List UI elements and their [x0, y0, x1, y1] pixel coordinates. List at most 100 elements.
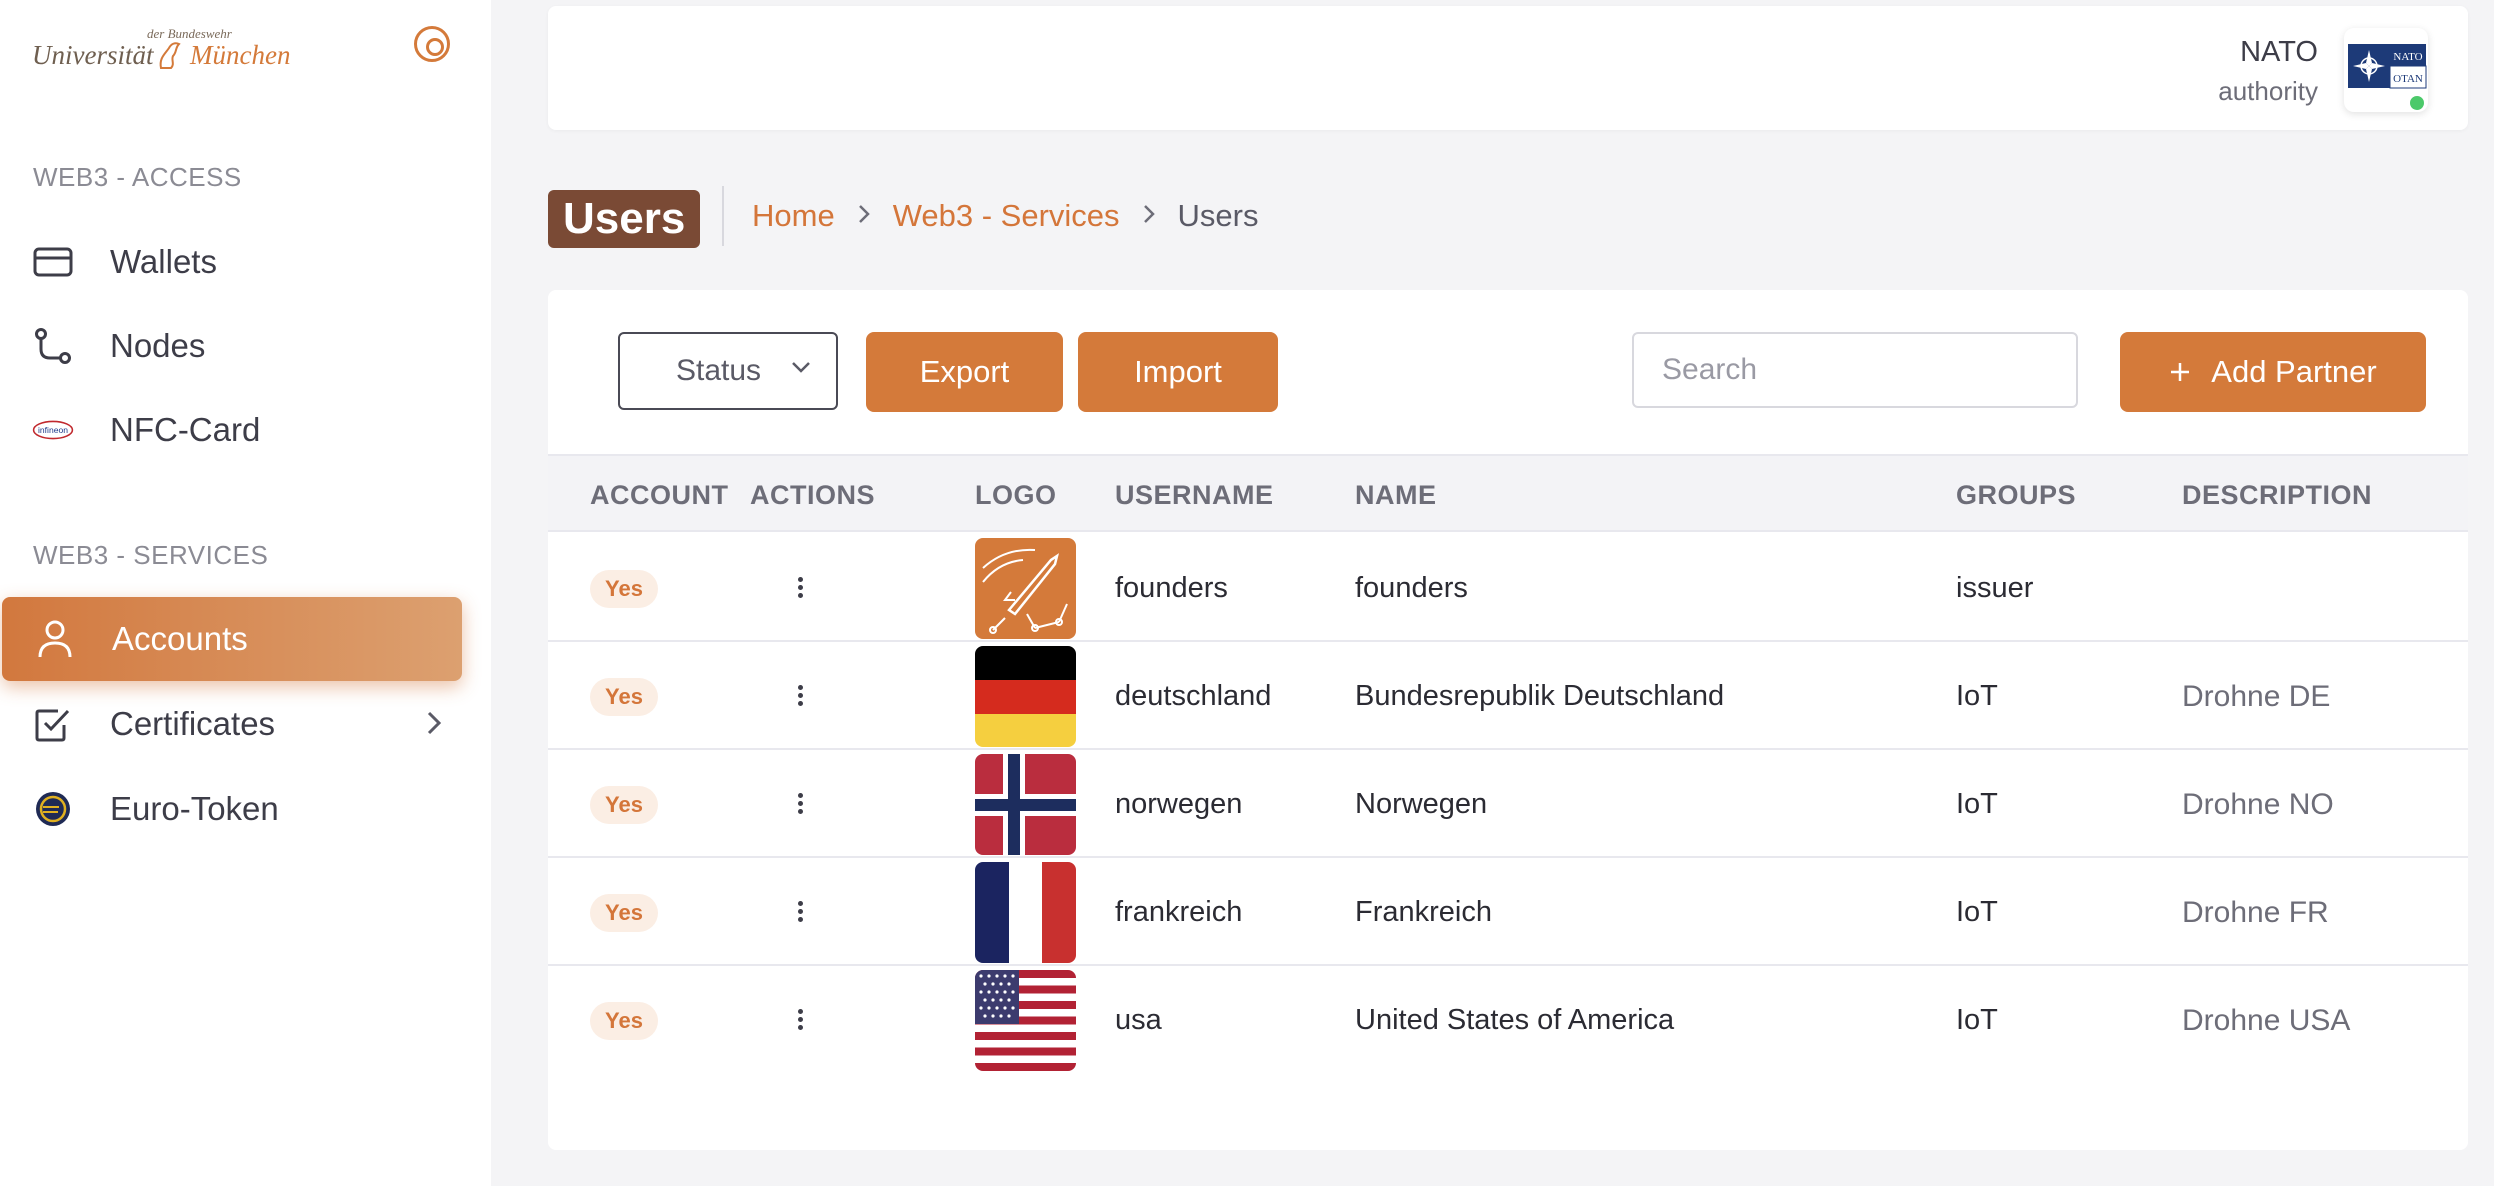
- column-header-username[interactable]: USERNAME: [1115, 480, 1274, 511]
- column-header-name[interactable]: NAME: [1355, 480, 1437, 511]
- more-actions-icon[interactable]: [788, 574, 812, 606]
- section-label-access: WEB3 - ACCESS: [33, 162, 242, 192]
- flag-us-icon: [975, 970, 1076, 1071]
- sidebar-item-label: Euro-Token: [110, 790, 279, 827]
- column-header-description[interactable]: DESCRIPTION: [2182, 480, 2372, 511]
- founders-rocket-logo: [975, 538, 1076, 639]
- groups-cell: IoT: [1956, 788, 1998, 820]
- title-divider: [722, 186, 724, 246]
- groups-cell: IoT: [1956, 680, 1998, 712]
- account-status-badge: Yes: [590, 678, 658, 716]
- logo-mark-icon: [159, 42, 181, 69]
- more-actions-icon[interactable]: [788, 682, 812, 714]
- column-header-groups[interactable]: GROUPS: [1956, 480, 2076, 511]
- university-logo[interactable]: der Bundeswehr Universität München: [32, 26, 302, 76]
- plus-icon: [2171, 363, 2190, 381]
- chevron-down-icon: [792, 362, 810, 373]
- description-cell: Drohne DE: [2182, 680, 2331, 713]
- name-cell: Norwegen: [1355, 788, 1488, 820]
- account-status-badge: Yes: [590, 894, 658, 932]
- table-row[interactable]: Yes founders founders issuer: [548, 534, 2468, 642]
- logo-university-text: Universität: [32, 40, 154, 70]
- flag-de-icon: [975, 646, 1076, 747]
- table-header: ACCOUNT ACTIONS LOGO USERNAME NAME GROUP…: [548, 454, 2468, 532]
- breadcrumb: Home Web3 - Services Users: [752, 198, 1259, 234]
- table-row[interactable]: Yes frankreich Frankreich IoT Drohne FR: [548, 858, 2468, 966]
- chevron-right-icon: [1142, 201, 1156, 232]
- sidebar-item-wallets[interactable]: Wallets: [0, 220, 462, 304]
- sidebar: der Bundeswehr Universität München WEB3 …: [0, 0, 491, 1186]
- top-bar: NATO authority NATO OTAN: [548, 6, 2468, 130]
- sidebar-item-label: Nodes: [110, 327, 206, 364]
- breadcrumb-web3-services[interactable]: Web3 - Services: [893, 198, 1120, 234]
- account-status-badge: Yes: [590, 1002, 658, 1040]
- avatar[interactable]: NATO OTAN: [2344, 28, 2428, 112]
- table-row[interactable]: Yes norwegen Norwegen IoT Drohne NO: [548, 750, 2468, 858]
- section-label-services: WEB3 - SERVICES: [33, 540, 269, 570]
- username-cell: founders: [1115, 572, 1228, 604]
- logo-city-text: München: [190, 40, 291, 70]
- column-header-logo: LOGO: [975, 480, 1057, 510]
- chevron-right-icon: [857, 201, 871, 232]
- flag-fr-icon: [975, 862, 1076, 963]
- username-cell: frankreich: [1115, 896, 1243, 928]
- name-cell: United States of America: [1355, 1004, 1675, 1036]
- import-button[interactable]: Import: [1078, 332, 1278, 412]
- status-filter-select[interactable]: Status: [618, 332, 838, 410]
- sidebar-item-nfc-card[interactable]: infineon NFC-Card: [0, 388, 462, 472]
- sidebar-item-accounts[interactable]: Accounts: [2, 597, 462, 681]
- description-cell: Drohne FR: [2182, 896, 2329, 929]
- description-cell: Drohne USA: [2182, 1004, 2351, 1037]
- add-partner-button[interactable]: Add Partner: [2120, 332, 2426, 412]
- more-actions-icon[interactable]: [788, 1006, 812, 1038]
- sidebar-toggle-icon[interactable]: [414, 26, 450, 62]
- name-cell: founders: [1355, 572, 1468, 604]
- name-cell: Frankreich: [1355, 896, 1492, 928]
- groups-cell: IoT: [1956, 1004, 1998, 1036]
- svg-text:OTAN: OTAN: [2393, 73, 2423, 85]
- username-cell: usa: [1115, 1004, 1162, 1036]
- name-cell: Bundesrepublik Deutschland: [1355, 680, 1725, 712]
- groups-cell: IoT: [1956, 896, 1998, 928]
- column-header-actions: ACTIONS: [750, 480, 875, 510]
- column-header-account[interactable]: ACCOUNT: [590, 480, 729, 511]
- flag-no-icon: [975, 754, 1076, 855]
- sidebar-item-certificates[interactable]: Certificates: [0, 682, 462, 766]
- account-status-badge: Yes: [590, 786, 658, 824]
- wallet-icon: [32, 241, 74, 283]
- nodes-icon: [32, 325, 74, 367]
- account-status-badge: Yes: [590, 570, 658, 608]
- chevron-right-icon: [427, 711, 442, 735]
- sidebar-item-label: Accounts: [112, 620, 248, 657]
- table-row[interactable]: Yes deutschland Bundesrepublik Deutschla…: [548, 642, 2468, 750]
- svg-text:infineon: infineon: [38, 425, 68, 435]
- breadcrumb-home[interactable]: Home: [752, 198, 835, 234]
- table-row[interactable]: Yes usa United States of America IoT Dro…: [548, 966, 2468, 1074]
- sidebar-item-label: Certificates: [110, 705, 276, 742]
- user-name: NATO: [2240, 36, 2318, 68]
- groups-cell: issuer: [1956, 572, 2034, 604]
- svg-text:NATO: NATO: [2393, 51, 2422, 63]
- user-icon: [34, 618, 76, 660]
- online-status-dot: [2408, 94, 2426, 112]
- user-role: authority: [2218, 76, 2318, 106]
- checkbox-icon: [32, 703, 74, 745]
- users-card: Status Export Import Add Partner ACCOUNT…: [548, 290, 2468, 1150]
- breadcrumb-current: Users: [1177, 198, 1259, 233]
- search-input[interactable]: [1632, 332, 2078, 408]
- more-actions-icon[interactable]: [788, 898, 812, 930]
- sidebar-item-euro-token[interactable]: Euro-Token: [0, 767, 462, 851]
- add-partner-label: Add Partner: [2211, 354, 2377, 389]
- username-cell: deutschland: [1115, 680, 1272, 712]
- status-filter-label: Status: [676, 354, 762, 387]
- sidebar-item-nodes[interactable]: Nodes: [0, 304, 462, 388]
- sidebar-item-label: NFC-Card: [110, 411, 261, 448]
- page-title: Users: [548, 190, 701, 248]
- more-actions-icon[interactable]: [788, 790, 812, 822]
- euro-token-icon: [32, 788, 74, 830]
- sidebar-item-label: Wallets: [110, 243, 217, 280]
- export-button[interactable]: Export: [866, 332, 1063, 412]
- username-cell: norwegen: [1115, 788, 1243, 820]
- infineon-icon: infineon: [32, 409, 74, 451]
- description-cell: Drohne NO: [2182, 788, 2334, 821]
